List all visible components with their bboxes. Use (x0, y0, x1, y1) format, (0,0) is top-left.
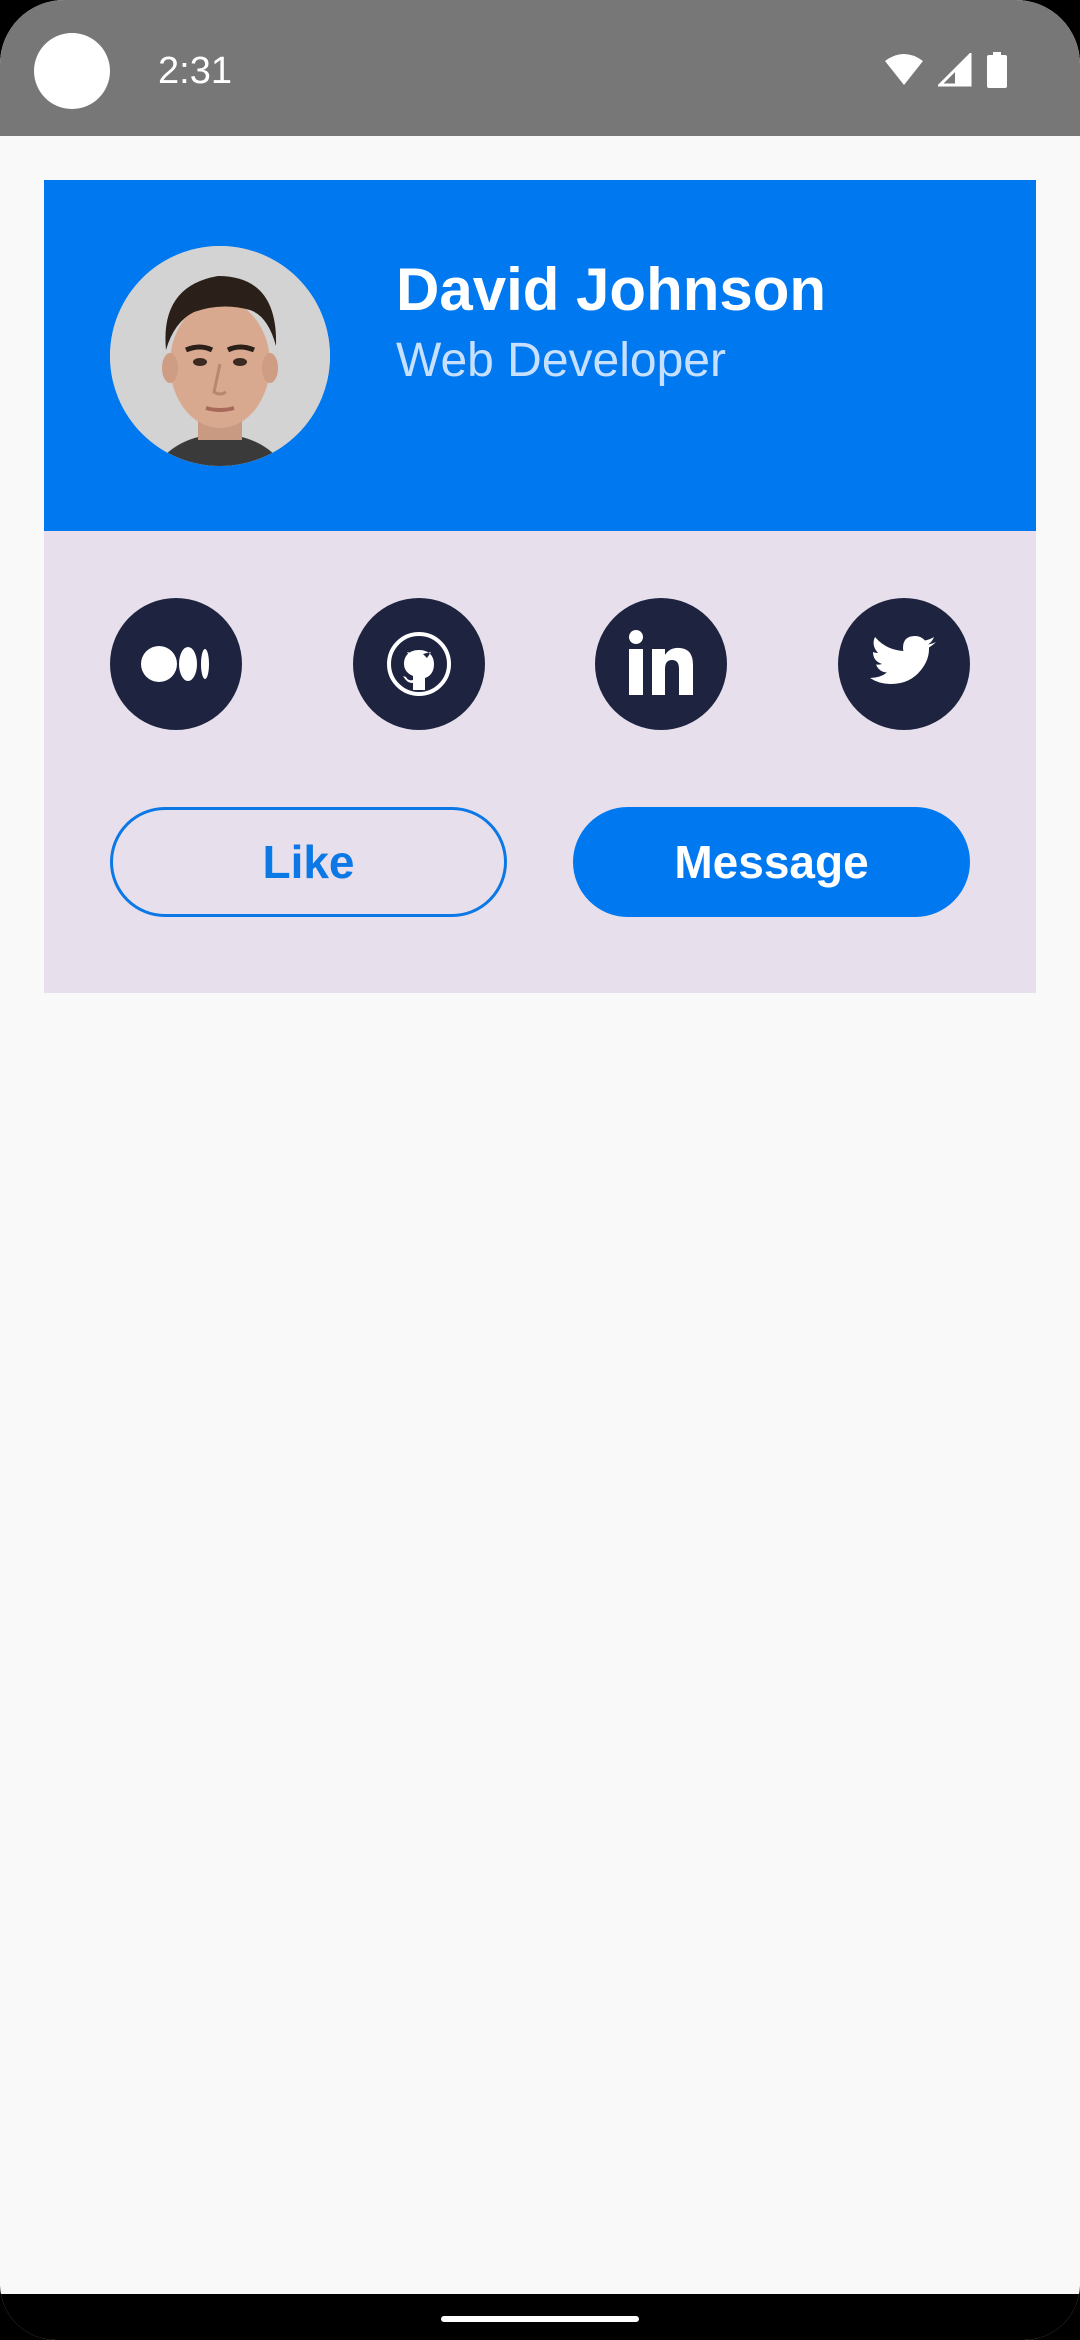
medium-icon (141, 646, 209, 682)
medium-button[interactable] (110, 598, 242, 730)
profile-photo (110, 246, 330, 466)
profile-name: David Johnson (396, 256, 827, 323)
linkedin-icon (629, 630, 693, 695)
status-time: 2:31 (158, 50, 232, 92)
gesture-handle[interactable] (441, 2316, 639, 2322)
cellular-signal-icon (938, 53, 972, 87)
social-links (110, 598, 970, 730)
profile-card: David Johnson Web Developer Like Message (44, 180, 1036, 993)
github-icon (387, 632, 451, 696)
status-bar: 2:31 (0, 0, 1080, 136)
profile-header: David Johnson Web Developer (44, 180, 1036, 531)
status-icons (884, 52, 1008, 88)
like-button[interactable]: Like (110, 807, 507, 917)
navigation-bar (0, 2294, 1080, 2340)
twitter-button[interactable] (838, 598, 970, 730)
github-button[interactable] (353, 598, 485, 730)
camera-cutout-icon (34, 33, 110, 109)
twitter-icon (870, 636, 936, 684)
app-screen: 2:31 David Johnson Web Developer Like Me… (0, 0, 1080, 2340)
message-button[interactable]: Message (573, 807, 970, 917)
profile-role: Web Developer (396, 334, 726, 387)
wifi-icon (884, 53, 924, 87)
avatar (110, 246, 330, 466)
battery-icon (986, 52, 1008, 88)
linkedin-button[interactable] (595, 598, 727, 730)
